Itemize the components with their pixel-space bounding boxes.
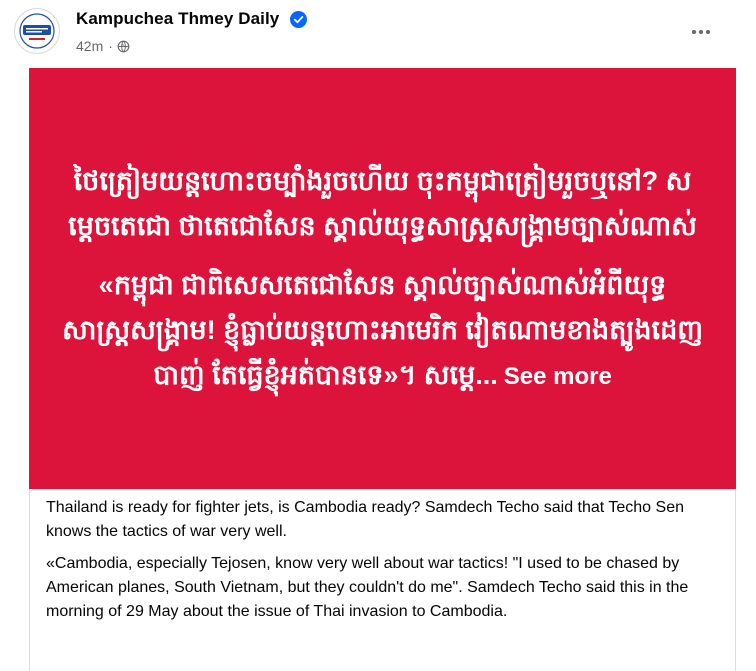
khmer-headline: ថៃត្រៀមយន្តហោះចម្បាំងរួចហើយ ចុះកម្ពុជាត្… [68,165,697,241]
post-header: Kampuchea Thmey Daily 42m · [0,0,756,68]
more-horizontal-icon[interactable] [683,14,719,50]
translation-paragraph: «Cambodia, especially Tejosen, know very… [46,555,689,620]
post-text-card[interactable]: ថៃត្រៀមយន្តហោះចម្បាំងរួចហើយ ចុះកម្ពុជាត្… [29,68,736,489]
khmer-quote: «កម្ពុជា ជាពិសេសតេជោសែន ស្គាល់ច្បាស់ណាស់… [57,263,708,399]
post-meta: 42m · [76,37,130,55]
globe-icon[interactable] [117,40,130,53]
logo-icon [16,10,58,52]
post-timestamp[interactable]: 42m [76,38,103,54]
see-more-link[interactable]: See more [504,363,612,390]
page-name[interactable]: Kampuchea Thmey Daily [76,9,279,29]
translation-paragraph: Thailand is ready for fighter jets, is C… [46,499,684,540]
meta-separator: · [108,38,113,54]
translation-panel: Thailand is ready for fighter jets, is C… [29,489,736,671]
page-avatar[interactable] [14,8,60,54]
verified-check-icon [290,11,307,28]
